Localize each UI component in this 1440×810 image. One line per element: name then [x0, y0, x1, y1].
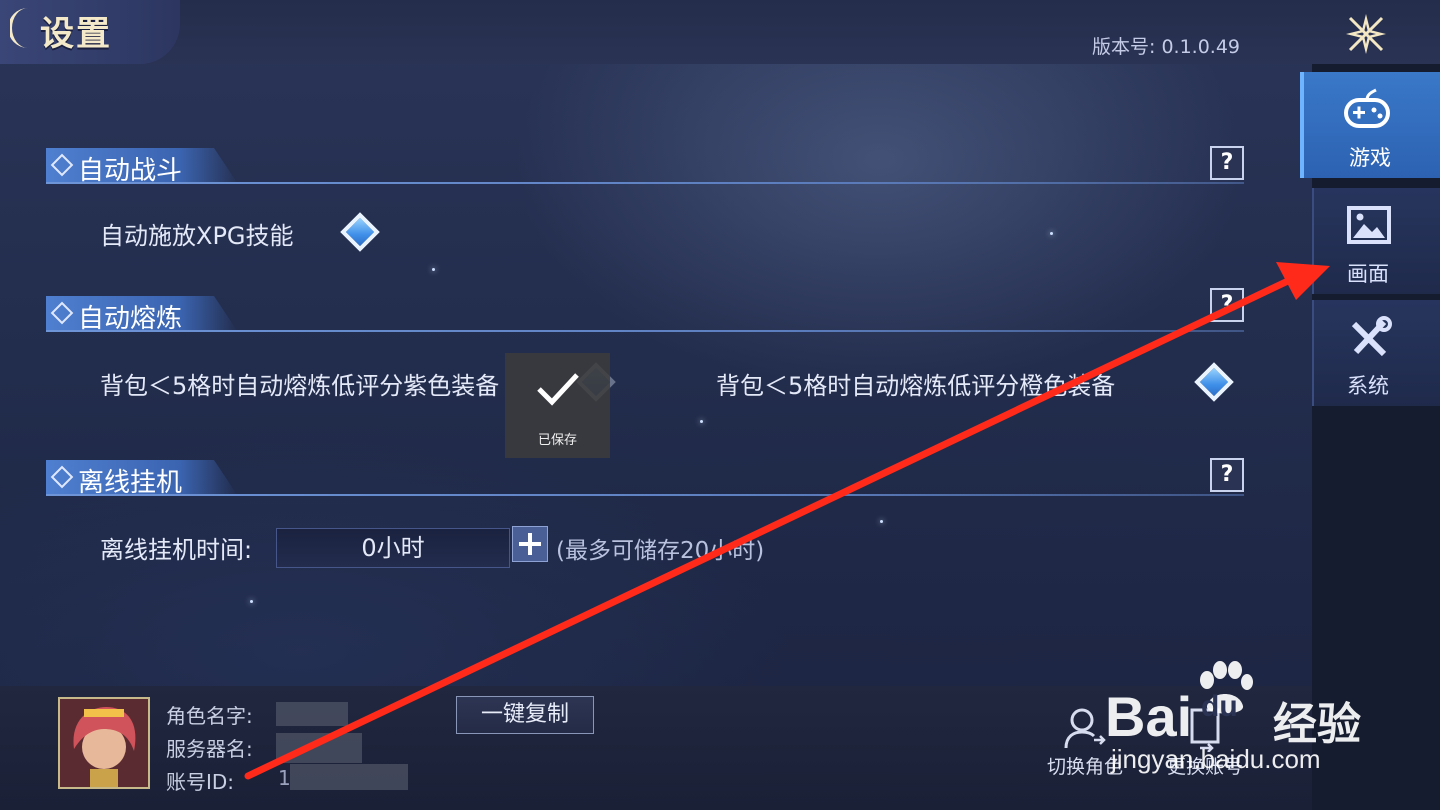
tab-system-label: 系统: [1347, 374, 1389, 398]
page-title: 设置: [40, 14, 112, 54]
section-title: 离线挂机: [78, 468, 183, 498]
wrench-screwdriver-icon: [1351, 316, 1392, 357]
watermark-url: jingyan.baidu.com: [1111, 744, 1321, 774]
redacted-account-id: [290, 764, 408, 790]
saved-toast: 已保存: [505, 353, 610, 458]
top-bar: 设置 版本号: 0.1.0.49: [0, 0, 1440, 64]
help-button[interactable]: ?: [1210, 288, 1244, 322]
help-button[interactable]: ?: [1210, 458, 1244, 492]
section-divider: [46, 330, 1244, 332]
section-title: 自动熔炼: [78, 304, 183, 334]
star: [432, 268, 435, 271]
section-auto-battle: 自动战斗 ?: [46, 146, 1244, 188]
smelt-purple-label: 背包＜5格时自动熔炼低评分紫色装备: [100, 372, 500, 400]
watermark-brand-bai: Bai: [1105, 685, 1193, 748]
toast-text: 已保存: [537, 433, 577, 448]
copy-all-button[interactable]: 一键复制: [456, 696, 594, 734]
star: [1050, 232, 1053, 235]
auto-cast-skill-label: 自动施放XPG技能: [100, 222, 294, 250]
star: [700, 420, 703, 423]
switch-user-icon: [1064, 708, 1106, 749]
watermark-brand-cn: 经验: [1273, 699, 1361, 750]
section-divider: [46, 494, 1244, 496]
close-icon[interactable]: [1342, 10, 1390, 58]
tab-game-label: 游戏: [1349, 146, 1391, 170]
section-auto-smelt: 自动熔炼 ?: [46, 288, 1244, 336]
account-id-value: 1: [278, 766, 291, 790]
avatar: [58, 697, 150, 789]
smelt-orange-label: 背包＜5格时自动熔炼低评分橙色装备: [716, 372, 1116, 400]
crescent-moon-icon: [10, 8, 28, 48]
storage-limit-note: (最多可储存20小时): [556, 538, 765, 564]
add-hours-button[interactable]: [512, 526, 548, 562]
tab-game[interactable]: 游戏: [1300, 72, 1440, 178]
watermark-brand-du: du: [1201, 690, 1238, 723]
section-divider: [46, 182, 1244, 184]
version-number: 版本号: 0.1.0.49: [1092, 36, 1241, 58]
tab-system[interactable]: 系统: [1312, 300, 1440, 406]
redacted-role-name: [276, 702, 348, 726]
help-button[interactable]: ?: [1210, 146, 1244, 180]
tab-graphics[interactable]: 画面: [1312, 188, 1440, 294]
character-portrait: [60, 699, 148, 787]
section-title: 自动战斗: [78, 156, 183, 186]
offline-time-value: 0小时: [276, 528, 510, 568]
account-id-label: 账号ID:: [166, 770, 235, 794]
checkmark-icon: [537, 373, 579, 406]
offline-time-label: 离线挂机时间:: [100, 536, 253, 564]
role-name-label: 角色名字:: [166, 704, 253, 728]
server-name-label: 服务器名:: [166, 737, 253, 761]
section-offline: 离线挂机 ?: [46, 458, 1244, 500]
baidu-jingyan-watermark: Bai du 经验 jingyan.baidu.com: [1105, 650, 1375, 790]
redacted-server-name: [276, 733, 362, 763]
gamepad-icon: [1344, 88, 1390, 128]
picture-icon: [1347, 206, 1391, 244]
star: [250, 600, 253, 603]
title-plate: 设置: [0, 0, 180, 64]
tab-graphics-label: 画面: [1347, 262, 1389, 286]
star: [880, 520, 883, 523]
